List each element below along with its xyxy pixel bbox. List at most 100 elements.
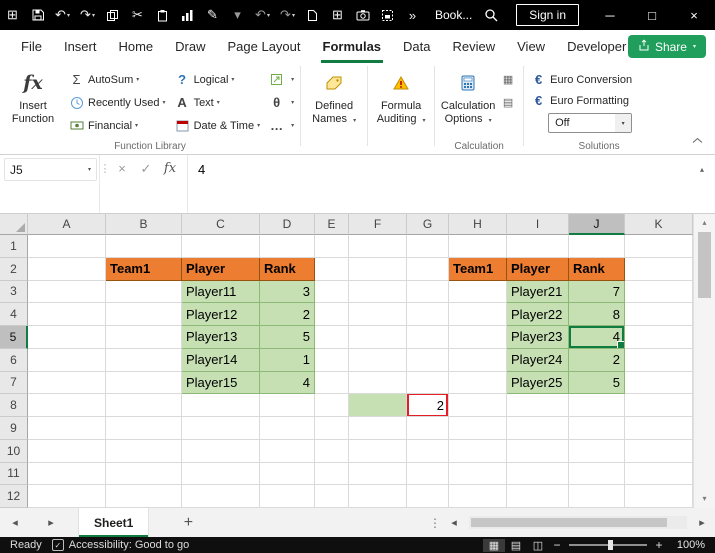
- cell[interactable]: [315, 348, 349, 372]
- cell-I5[interactable]: Player23: [507, 326, 569, 349]
- cell-J2[interactable]: Rank: [569, 257, 625, 281]
- cell[interactable]: [315, 462, 349, 486]
- cell[interactable]: [349, 371, 407, 395]
- row-header-12[interactable]: 12: [0, 485, 28, 508]
- camera-icon[interactable]: [350, 0, 375, 30]
- close-button[interactable]: ×: [673, 0, 715, 30]
- cell[interactable]: [28, 439, 106, 463]
- cell-F8-highlighted[interactable]: [349, 394, 407, 417]
- cell[interactable]: [569, 394, 625, 417]
- minimize-button[interactable]: ─: [589, 0, 631, 30]
- row-header-1[interactable]: 1: [0, 235, 28, 258]
- cell-H2[interactable]: Team1: [449, 257, 507, 281]
- cell-D4[interactable]: 2: [260, 303, 315, 326]
- cell-C5[interactable]: Player13: [182, 326, 260, 349]
- zoom-out-button[interactable]: −: [549, 538, 565, 552]
- tab-developer[interactable]: Developer: [556, 30, 637, 63]
- cell[interactable]: [28, 235, 106, 258]
- zoom-slider[interactable]: [569, 540, 647, 550]
- page-layout-view-icon[interactable]: ▤: [505, 539, 527, 552]
- row-header-10[interactable]: 10: [0, 439, 28, 463]
- cell[interactable]: [449, 348, 507, 372]
- cell[interactable]: [349, 348, 407, 372]
- new-file-icon[interactable]: [300, 0, 325, 30]
- defined-names-button[interactable]: Defined Names ▾: [305, 66, 363, 138]
- tab-insert[interactable]: Insert: [53, 30, 108, 63]
- cell[interactable]: [28, 394, 106, 417]
- cell[interactable]: [625, 303, 693, 326]
- insert-function-icon[interactable]: fx: [158, 161, 182, 176]
- enter-icon[interactable]: ✓: [134, 161, 158, 177]
- cell[interactable]: [449, 439, 507, 463]
- logical-button[interactable]: ? Logical ▾: [172, 69, 263, 90]
- cell[interactable]: [260, 485, 315, 508]
- cell[interactable]: [449, 235, 507, 258]
- cell[interactable]: [449, 326, 507, 349]
- cell[interactable]: [449, 394, 507, 417]
- insert-function-button[interactable]: fx Insert Function: [4, 66, 62, 138]
- zoom-level[interactable]: 100%: [667, 539, 705, 551]
- cell-C4[interactable]: Player12: [182, 303, 260, 326]
- horizontal-scrollbar-thumb[interactable]: [471, 518, 667, 527]
- cell-I6[interactable]: Player24: [507, 348, 569, 372]
- cell-C3[interactable]: Player11: [182, 280, 260, 304]
- row-header-2[interactable]: 2: [0, 257, 28, 281]
- cell[interactable]: [569, 439, 625, 463]
- clipboard-icon[interactable]: [150, 0, 175, 30]
- cell-D7[interactable]: 4: [260, 371, 315, 395]
- cell-I2[interactable]: Player: [507, 257, 569, 281]
- cell[interactable]: [315, 439, 349, 463]
- cell[interactable]: [449, 462, 507, 486]
- cell[interactable]: [507, 235, 569, 258]
- vertical-scrollbar-thumb[interactable]: [698, 232, 711, 298]
- cell[interactable]: [349, 485, 407, 508]
- cell[interactable]: [569, 462, 625, 486]
- cell[interactable]: [407, 303, 449, 326]
- cell[interactable]: [507, 394, 569, 417]
- search-icon[interactable]: [478, 0, 503, 30]
- zoom-slider-thumb[interactable]: [608, 540, 613, 550]
- cell-D2[interactable]: Rank: [260, 257, 315, 281]
- cell[interactable]: [349, 462, 407, 486]
- cell-J4[interactable]: 8: [569, 303, 625, 326]
- screen-clip-icon[interactable]: [375, 0, 400, 30]
- cell[interactable]: [182, 439, 260, 463]
- cell[interactable]: [625, 280, 693, 304]
- cell[interactable]: [407, 439, 449, 463]
- sheet-tab-sheet1[interactable]: Sheet1: [78, 508, 150, 537]
- row-header-9[interactable]: 9: [0, 417, 28, 440]
- cell[interactable]: [625, 235, 693, 258]
- more-commands-icon[interactable]: »: [400, 0, 425, 30]
- column-header-F[interactable]: F: [349, 214, 407, 235]
- lookup-reference-button[interactable]: ▾: [266, 69, 296, 90]
- tab-review[interactable]: Review: [442, 30, 507, 63]
- recently-used-button[interactable]: Recently Used ▾: [66, 92, 168, 113]
- cell-J5-selected[interactable]: 4: [569, 326, 625, 349]
- column-header-J[interactable]: J: [569, 214, 625, 235]
- text-button[interactable]: A Text ▾: [172, 92, 263, 113]
- cell[interactable]: [106, 326, 182, 349]
- cell[interactable]: [315, 235, 349, 258]
- scroll-down-icon[interactable]: ▾: [694, 490, 715, 506]
- column-header-I[interactable]: I: [507, 214, 569, 235]
- cell-J7[interactable]: 5: [569, 371, 625, 395]
- euro-conversion-button[interactable]: € Euro Conversion: [528, 69, 634, 90]
- cell[interactable]: [407, 485, 449, 508]
- collapse-ribbon-icon[interactable]: [692, 131, 703, 149]
- cell[interactable]: [182, 462, 260, 486]
- cell[interactable]: [507, 417, 569, 440]
- cell[interactable]: [625, 417, 693, 440]
- save-icon[interactable]: [25, 0, 50, 30]
- cell-D3[interactable]: 3: [260, 280, 315, 304]
- cell[interactable]: [449, 417, 507, 440]
- cell[interactable]: [625, 348, 693, 372]
- column-header-A[interactable]: A: [28, 214, 106, 235]
- cell[interactable]: [106, 462, 182, 486]
- cell[interactable]: [106, 485, 182, 508]
- name-box[interactable]: J5 ▾: [4, 158, 97, 181]
- cell[interactable]: [106, 235, 182, 258]
- column-header-D[interactable]: D: [260, 214, 315, 235]
- tab-formulas[interactable]: Formulas: [312, 30, 393, 63]
- column-header-B[interactable]: B: [106, 214, 182, 235]
- zoom-in-button[interactable]: +: [651, 538, 667, 552]
